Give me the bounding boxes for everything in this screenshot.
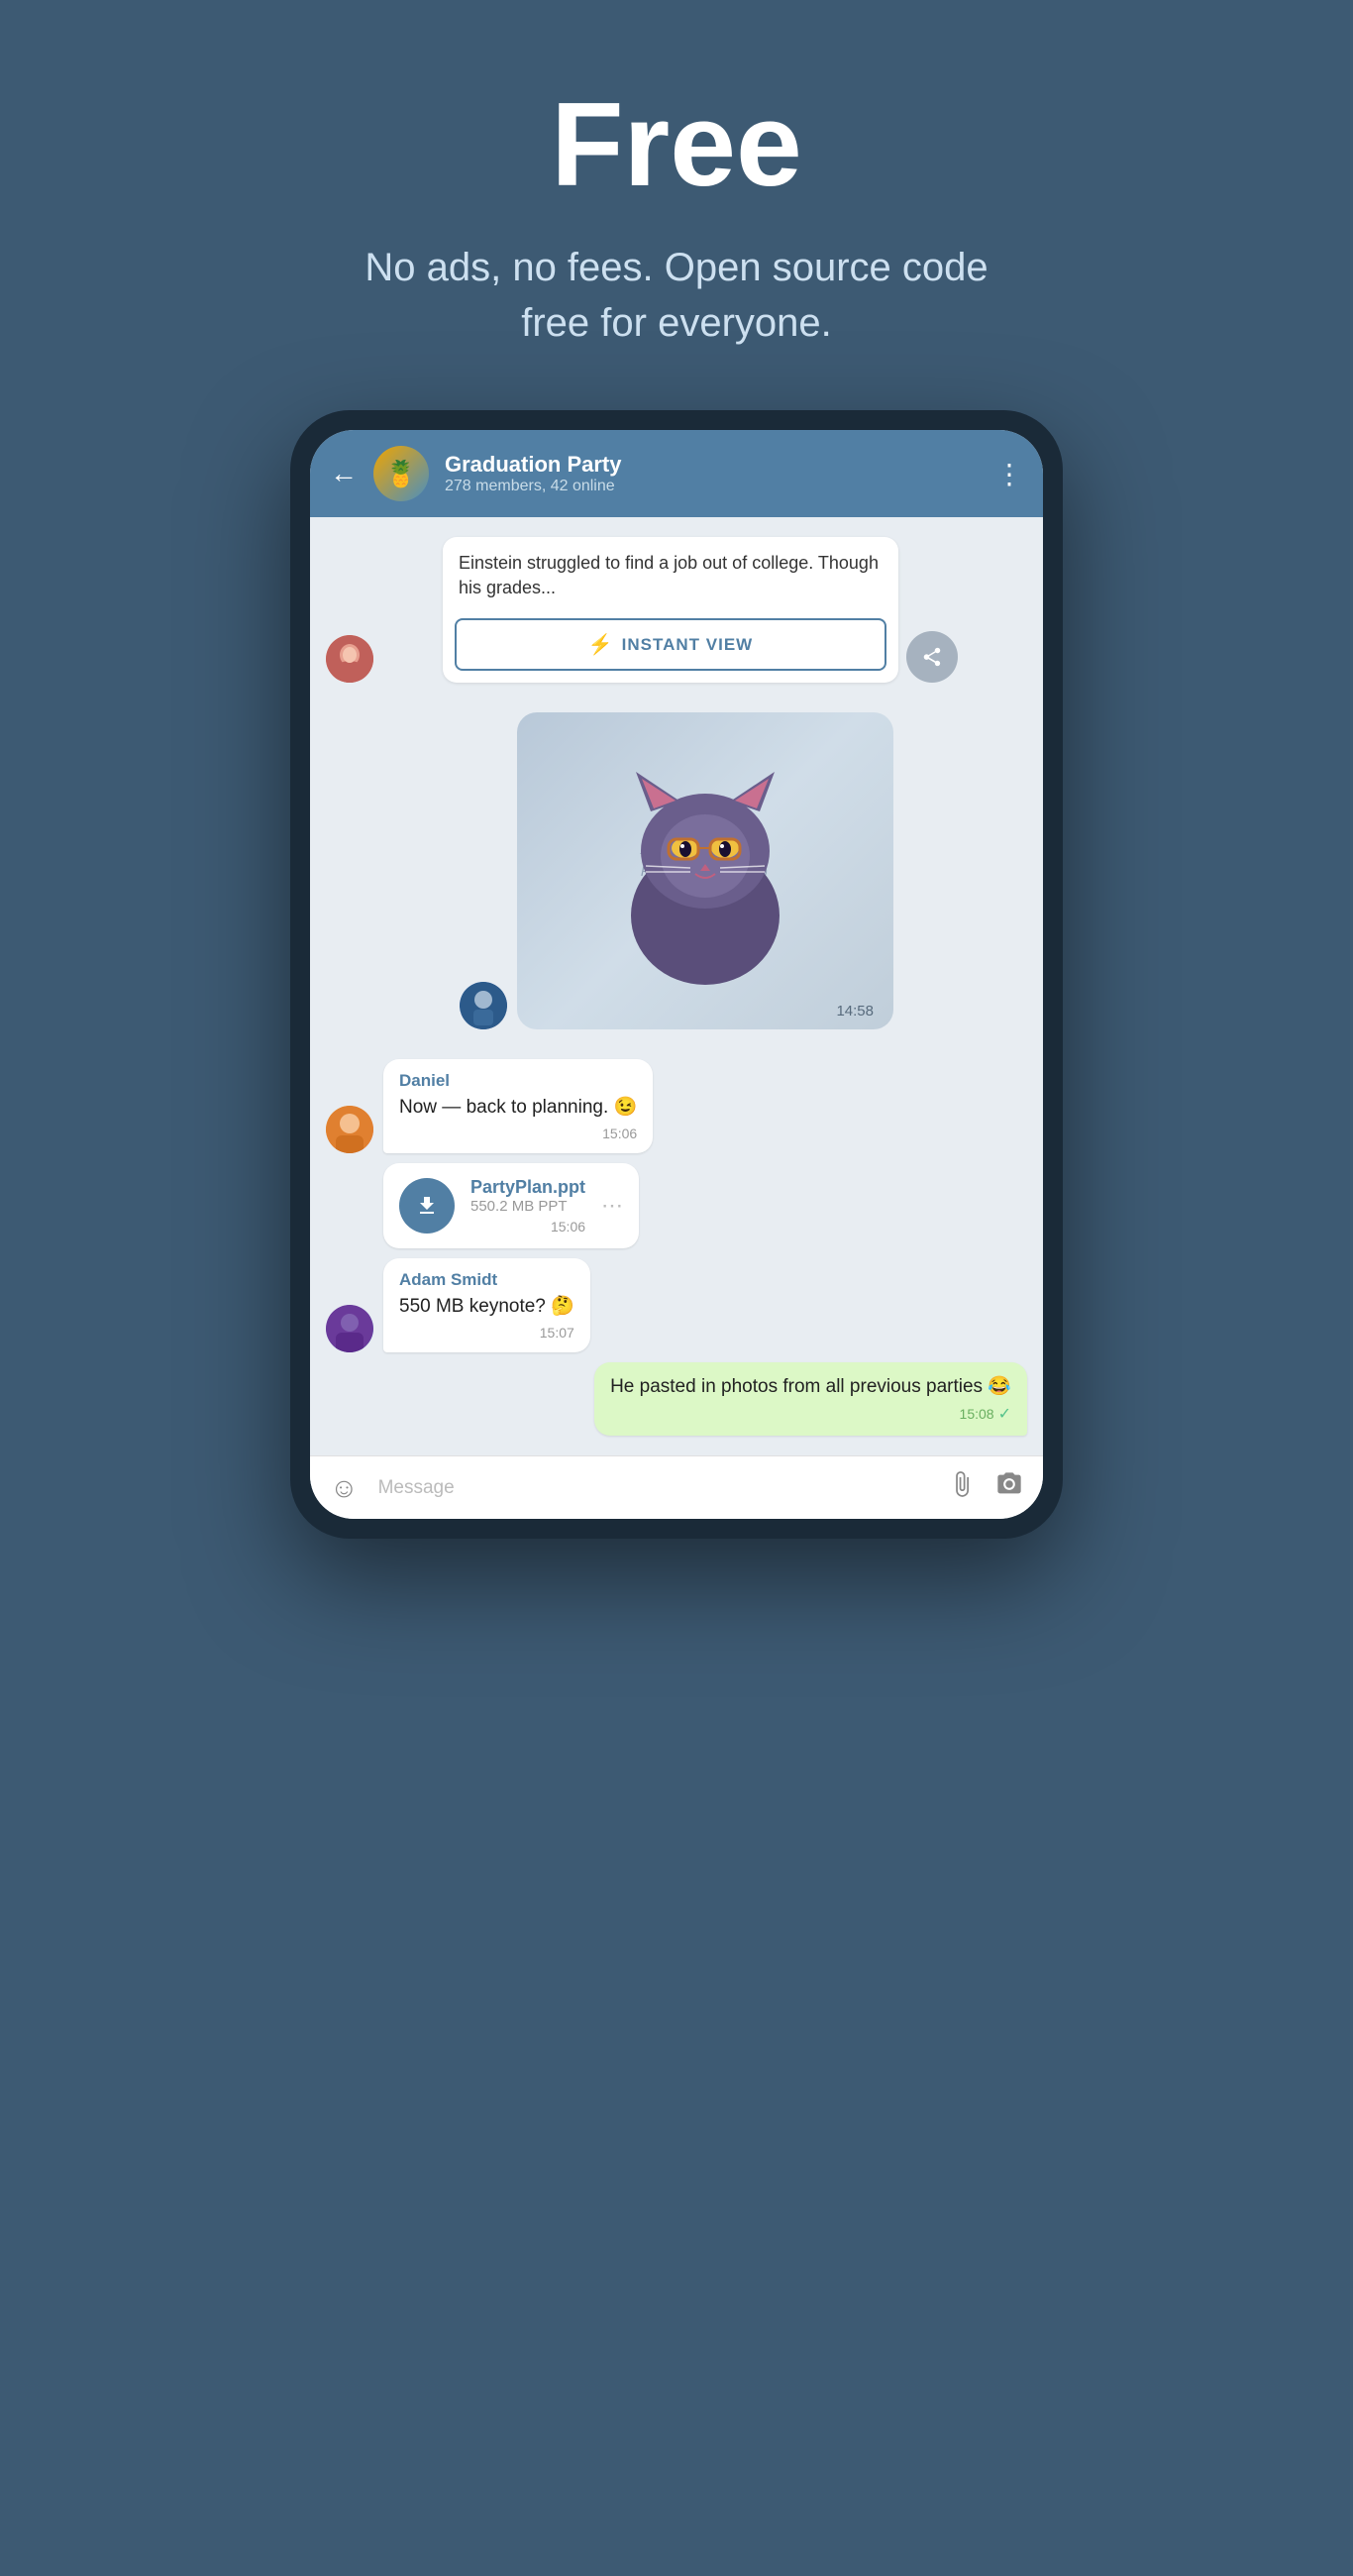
hero-subtitle: No ads, no fees. Open source code free f… [330,240,1023,351]
instant-view-label: INSTANT VIEW [622,635,754,655]
share-button[interactable] [906,631,958,683]
sticker-area: A = πr² V = l³ P = 2πr s = √(r²+h²) A = … [326,693,1027,1049]
group-info: Graduation Party 278 members, 42 online [445,452,980,495]
group-meta: 278 members, 42 online [445,478,980,495]
message-text-adam: 550 MB keynote? 🤔 [399,1294,574,1321]
instant-view-button[interactable]: ⚡ INSTANT VIEW [455,618,886,671]
timestamp-self: 15:08 ✓ [610,1404,1011,1424]
avatar-user1 [326,635,373,683]
more-options-button[interactable]: ⋮ [995,458,1023,490]
article-preview-text: Einstein struggled to find a job out of … [443,537,898,610]
file-name: PartyPlan.ppt [470,1177,585,1198]
hero-title: Free [551,79,801,210]
message-row-file: PartyPlan.ppt 550.2 MB PPT 15:06 ⋯ [326,1163,1027,1248]
bubble-daniel: Daniel Now — back to planning. 😉 15:06 [383,1059,653,1153]
avatar-user2 [460,982,507,1029]
article-card: Einstein struggled to find a job out of … [443,537,898,683]
sticker-row: A = πr² V = l³ P = 2πr s = √(r²+h²) A = … [460,712,893,1029]
group-name: Graduation Party [445,452,980,478]
download-button[interactable] [399,1178,455,1234]
camera-button[interactable] [995,1470,1023,1505]
message-text-daniel: Now — back to planning. 😉 [399,1095,637,1122]
message-row-daniel: Daniel Now — back to planning. 😉 15:06 [326,1059,1027,1153]
messages-area: Einstein struggled to find a job out of … [310,517,1043,1455]
timestamp-file: 15:06 [470,1219,585,1234]
attach-button[interactable] [948,1470,976,1505]
sender-adam: Adam Smidt [399,1270,574,1290]
file-attachment-bubble: PartyPlan.ppt 550.2 MB PPT 15:06 ⋯ [383,1163,639,1248]
back-button[interactable]: ← [330,458,358,489]
sender-daniel: Daniel [399,1071,637,1091]
chat-header: ← 🍍 Graduation Party 278 members, 42 onl… [310,430,1043,517]
message-input[interactable]: Message [378,1477,928,1499]
timestamp-adam: 15:07 [399,1325,574,1341]
bubble-adam: Adam Smidt 550 MB keynote? 🤔 15:07 [383,1258,590,1352]
file-more-button[interactable]: ⋯ [601,1193,623,1219]
sticker-timestamp: 14:58 [836,1003,874,1020]
avatar-adam [326,1305,373,1352]
message-text-self: He pasted in photos from all previous pa… [610,1374,1011,1401]
read-receipt-icon: ✓ [998,1404,1011,1424]
bubble-self: He pasted in photos from all previous pa… [594,1362,1027,1437]
group-avatar: 🍍 [373,446,429,501]
hero-section: Free No ads, no fees. Open source code f… [0,0,1353,410]
phone-screen: ← 🍍 Graduation Party 278 members, 42 onl… [310,430,1043,1519]
lightning-icon: ⚡ [588,632,614,657]
emoji-button[interactable]: ☺ [330,1472,359,1504]
message-row-adam: Adam Smidt 550 MB keynote? 🤔 15:07 [326,1258,1027,1352]
avatar-daniel [326,1106,373,1153]
file-size: 550.2 MB PPT [470,1198,585,1215]
input-bar: ☺ Message [310,1455,1043,1519]
timestamp-daniel: 15:06 [399,1126,637,1141]
file-info: PartyPlan.ppt 550.2 MB PPT 15:06 [470,1177,585,1234]
phone-device: ← 🍍 Graduation Party 278 members, 42 onl… [290,410,1063,1539]
article-message-row: Einstein struggled to find a job out of … [326,537,1027,683]
message-row-self: He pasted in photos from all previous pa… [326,1362,1027,1437]
sticker-image: A = πr² V = l³ P = 2πr s = √(r²+h²) A = … [517,712,893,1029]
